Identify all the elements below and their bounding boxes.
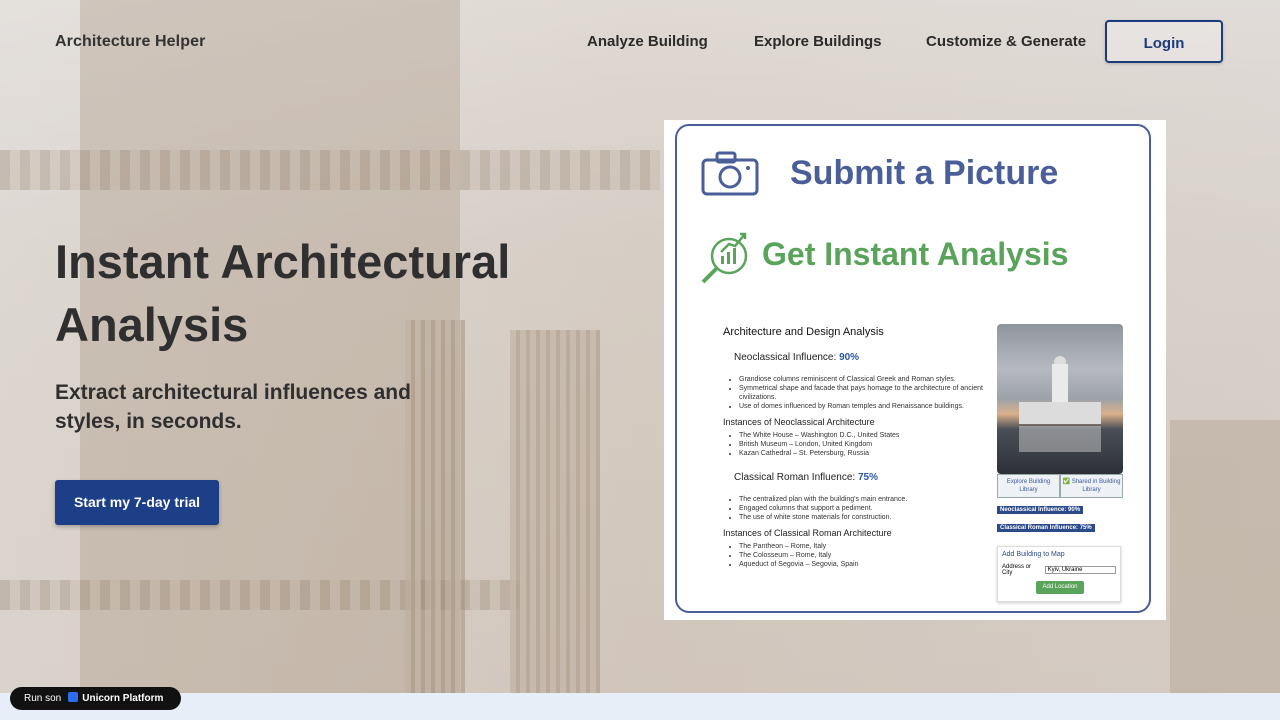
login-button[interactable]: Login [1105,20,1223,63]
bottom-strip [0,693,1280,720]
feature-card: Submit a Picture Get Instant Analysis Ar… [664,120,1166,620]
address-row: Address or City Kyiv, Ukraine [1002,564,1116,576]
list-item: Grandiose columns reminiscent of Classic… [739,375,993,384]
analysis-magnifier-icon [701,232,748,284]
feature-card-frame: Submit a Picture Get Instant Analysis Ar… [675,124,1151,613]
roman-instances-title: Instances of Classical Roman Architectur… [723,528,892,538]
start-trial-button[interactable]: Start my 7-day trial [55,480,219,525]
list-item: Aqueduct of Segovia – Segovia, Spain [739,560,993,569]
list-item: Use of domes influenced by Roman temples… [739,402,993,411]
made-with-badge[interactable]: Run son Unicorn Platform [10,687,181,710]
map-panel-title: Add Building to Map [1002,551,1065,558]
neo-badge: Neoclassical Influence: 90% [997,506,1084,514]
list-item: Symmetrical shape and facade that pays h… [739,384,993,402]
hero-headline: Instant Architectural Analysis [55,235,511,351]
roman-instances-list: The Pantheon – Rome, Italy The Colosseum… [723,542,993,569]
column-center [510,330,600,693]
hero-subhead: Extract architectural influences and sty… [55,381,411,433]
photo-reflection [1019,426,1101,452]
add-to-map-panel: Add Building to Map Address or City Kyiv… [997,546,1121,602]
nav-customize-generate[interactable]: Customize & Generate [926,33,1086,50]
list-item: Engaged columns that support a pediment. [739,504,993,513]
list-item: The centralized plan with the building's… [739,495,993,504]
list-item: The use of white stone materials for con… [739,513,993,522]
add-location-button[interactable]: Add Location [1036,581,1084,594]
roman-points-list: The centralized plan with the building's… [723,495,993,522]
camera-icon [701,151,759,196]
list-item: British Museum – London, United Kingdom [739,440,993,449]
neo-influence: Neoclassical Influence: 90% [734,352,860,363]
list-item: The Colosseum – Rome, Italy [739,551,993,560]
doc-title: Architecture and Design Analysis [723,326,884,338]
list-item: The White House – Washington D.C., Unite… [739,431,993,440]
nav-explore-buildings[interactable]: Explore Buildings [754,33,882,50]
analysis-document: Architecture and Design Analysis Neoclas… [723,326,993,575]
photo-wing [1019,402,1101,424]
explore-library-button[interactable]: Explore Building Library [997,474,1060,498]
badge-platform-name: Unicorn Platform [82,693,164,704]
neo-instances-title: Instances of Neoclassical Architecture [723,417,875,427]
building-photo [997,324,1123,474]
list-item: Kazan Cathedral – St. Petersburg, Russia [739,449,993,458]
submit-picture-title: Submit a Picture [790,154,1059,192]
building-frieze [0,150,660,190]
brand-logo[interactable]: Architecture Helper [55,33,205,51]
shared-library-button[interactable]: ✅ Shared in Building Library [1060,474,1123,498]
roman-influence: Classical Roman Influence: 75% [734,472,878,483]
unicorn-logo-icon [68,692,79,702]
nav-analyze-building[interactable]: Analyze Building [587,33,708,50]
library-buttons: Explore Building Library ✅ Shared in Bui… [997,474,1123,498]
badge-prefix: Run son [24,693,62,704]
list-item: The Pantheon – Rome, Italy [739,542,993,551]
building-right [1170,420,1280,693]
neo-instances-list: The White House – Washington D.C., Unite… [723,431,993,458]
neo-points-list: Grandiose columns reminiscent of Classic… [723,375,993,411]
analysis-sidebar: Explore Building Library ✅ Shared in Bui… [997,324,1123,602]
address-label: Address or City [1002,564,1032,576]
instant-analysis-title: Get Instant Analysis [762,236,1069,272]
roman-badge: Classical Roman Influence: 75% [997,524,1095,532]
address-input[interactable]: Kyiv, Ukraine [1044,566,1116,574]
column-left [405,320,465,693]
